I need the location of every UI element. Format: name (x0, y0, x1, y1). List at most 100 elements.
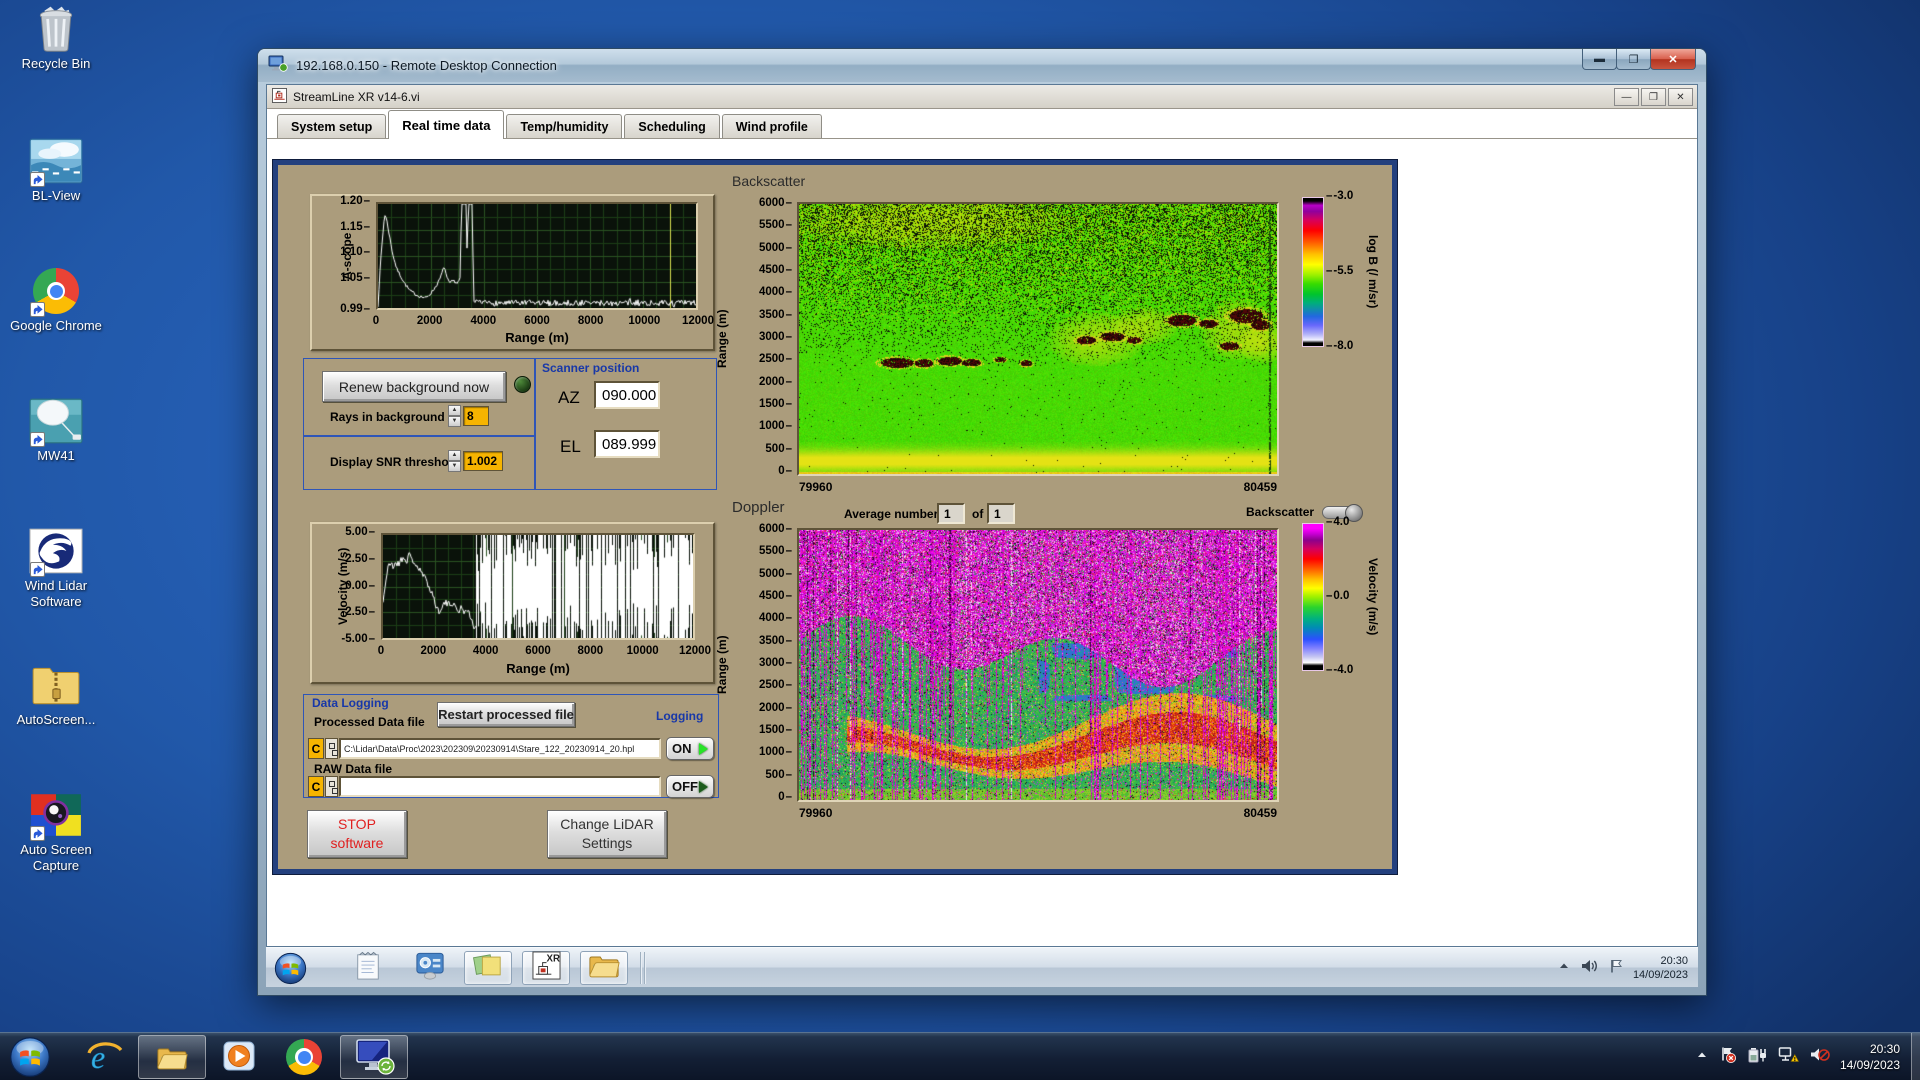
el-label: EL (560, 437, 581, 456)
stop-software-button[interactable]: STOP software (307, 810, 407, 858)
az-value-field[interactable]: 090.000 (594, 381, 660, 409)
asc-icon (29, 792, 83, 841)
backscatter-section-title: Backscatter (732, 173, 806, 189)
desktop-icon-autoscreen[interactable]: AutoScreen... (0, 662, 112, 728)
rays-in-background-label: Rays in background (330, 410, 445, 424)
rdp-maximize-button[interactable]: ❐ (1616, 49, 1651, 70)
tab-system-setup[interactable]: System setup (277, 114, 387, 138)
remote-taskbar-button-streamline-xr[interactable]: XR (522, 951, 570, 985)
processed-path-field[interactable]: C:\Lidar\Data\Proc\2023\202309\20230914\… (339, 738, 661, 759)
processed-browse-icon[interactable] (325, 738, 338, 759)
zip-icon (29, 662, 83, 710)
taskbar-button-remote-desktop[interactable] (340, 1035, 408, 1079)
desktop-icon-label: BL-View (31, 188, 81, 203)
processed-logging-on-button[interactable]: ON (666, 737, 714, 760)
shortcut-arrow-icon (30, 826, 45, 841)
explorer-icon (156, 1044, 188, 1071)
colorbar-tick-label: 4.0 (1326, 516, 1349, 528)
rdp-titlebar[interactable]: 192.168.0.150 - Remote Desktop Connectio… (258, 49, 1706, 82)
raw-drive-box[interactable]: C (308, 776, 324, 797)
host-clock-date: 14/09/2023 (1839, 1058, 1900, 1072)
doppler-x-end: 80459 (1243, 806, 1277, 820)
average-total-field[interactable]: 1 (987, 503, 1015, 524)
mw41-icon (29, 398, 83, 447)
tab-real-time-data[interactable]: Real time data (388, 110, 505, 139)
action-center-icon[interactable] (1608, 958, 1624, 979)
tab-wind-profile[interactable]: Wind profile (721, 114, 822, 138)
y-tick-label: 4500 (736, 590, 792, 602)
snr-value-field[interactable]: 1.002 (463, 451, 503, 471)
taskbar-button-chrome[interactable] (278, 1035, 330, 1079)
front-panel-background: Backscatter A-scope Range (m) 1.201.151.… (267, 139, 1697, 946)
host-clock-time: 20:30 (1869, 1042, 1900, 1056)
raw-browse-icon[interactable] (325, 776, 338, 797)
renew-background-button[interactable]: Renew background now (322, 371, 506, 402)
colorbar-tick-label: -3.0 (1326, 190, 1353, 202)
app-titlebar[interactable]: StreamLine XR v14-6.vi — ❐ ✕ (267, 85, 1697, 109)
rays-spinner[interactable]: ▲ ▼ (448, 405, 461, 427)
volume-icon[interactable] (1580, 958, 1599, 979)
host-taskbar: 20:30 14/09/2023 e (0, 1032, 1920, 1080)
volume-muted-icon[interactable] (1809, 1046, 1830, 1068)
y-tick-label: 5000 (736, 568, 792, 580)
power-icon[interactable] (1747, 1047, 1768, 1068)
app-restore-button[interactable]: ❐ (1641, 88, 1666, 106)
control-panel-icon (415, 951, 445, 985)
raw-logging-off-button[interactable]: OFF (666, 775, 714, 798)
y-tick-label: 0.00 (318, 580, 375, 592)
desktop-icon-auto-screen-capture[interactable]: Auto Screen Capture (0, 792, 112, 874)
x-tick-label: 6000 (525, 645, 551, 657)
average-number-field[interactable]: 1 (937, 503, 965, 524)
remote-start-button[interactable] (270, 951, 310, 985)
remote-desktop-icon (268, 55, 288, 77)
restart-processed-file-button[interactable]: Restart processed file (437, 702, 575, 727)
y-tick-label: 2.50 (318, 553, 375, 565)
y-tick-label: 500 (736, 443, 792, 455)
el-value-field[interactable]: 089.999 (594, 430, 660, 458)
desktop-icon-wind-lidar-software[interactable]: Wind Lidar Software (0, 528, 112, 610)
desktop-icon-bl-view[interactable]: BL-View (0, 138, 112, 204)
hidden-icons-button[interactable] (1557, 959, 1571, 978)
hidden-icons-button[interactable] (1695, 1048, 1709, 1067)
processed-drive-box[interactable]: C (308, 738, 324, 759)
taskbar-button-media-player[interactable] (214, 1035, 266, 1079)
remote-taskbar-button-control-panel[interactable] (406, 951, 454, 985)
y-tick-label: 0.99 (318, 303, 370, 315)
rdp-close-button[interactable]: ✕ (1650, 49, 1696, 70)
host-clock[interactable]: 20:30 14/09/2023 (1840, 1041, 1908, 1073)
desktop-icon-mw41[interactable]: MW41 (0, 398, 112, 464)
raw-path-field[interactable] (339, 776, 661, 797)
app-window-controls: — ❐ ✕ (1614, 88, 1693, 106)
backscatter-colorbar-label: log B (/ m/sr) (1366, 235, 1380, 309)
remote-taskbar-button-notepad[interactable] (344, 951, 392, 985)
app-close-button[interactable]: ✕ (1668, 88, 1693, 106)
rdp-minimize-button[interactable]: ▬ (1582, 49, 1617, 70)
taskbar-button-internet-explorer[interactable]: e (78, 1035, 130, 1079)
tab-temp-humidity[interactable]: Temp/humidity (506, 114, 623, 138)
tab-scheduling[interactable]: Scheduling (624, 114, 720, 138)
rays-value-field[interactable]: 8 (463, 406, 489, 426)
y-tick-label: 5.00 (318, 526, 375, 538)
y-tick-label: 2000 (736, 702, 792, 714)
shortcut-arrow-icon (30, 432, 45, 447)
backscatter-x-start: 79960 (799, 480, 833, 494)
app-minimize-button[interactable]: — (1614, 88, 1639, 106)
change-lidar-settings-button[interactable]: Change LiDAR Settings (547, 810, 667, 858)
x-tick-label: 8000 (577, 645, 604, 657)
x-tick-label: 2000 (420, 645, 447, 657)
y-tick-label: 4500 (736, 264, 792, 276)
remote-clock: 20:30 14/09/2023 (1633, 954, 1692, 982)
remote-taskbar: 20:30 14/09/2023 XR (266, 947, 1698, 987)
network-warning-icon[interactable] (1778, 1046, 1800, 1068)
action-center-alert-icon[interactable] (1719, 1046, 1737, 1068)
desktop-icon-google-chrome[interactable]: Google Chrome (0, 268, 112, 334)
data-logging-group: Data Logging Processed Data file Restart… (303, 694, 719, 798)
taskbar-button-explorer[interactable] (138, 1035, 206, 1079)
start-button[interactable] (4, 1035, 56, 1079)
remote-taskbar-button-sticky-notes[interactable] (464, 951, 512, 985)
show-desktop-button[interactable] (1911, 1033, 1920, 1080)
remote-taskbar-button-explorer[interactable] (580, 951, 628, 985)
snr-spinner[interactable]: ▲ ▼ (448, 450, 461, 472)
desktop-icon-recycle-bin[interactable]: Recycle Bin (0, 6, 112, 72)
background-group: Renew background now Rays in background … (303, 358, 535, 436)
